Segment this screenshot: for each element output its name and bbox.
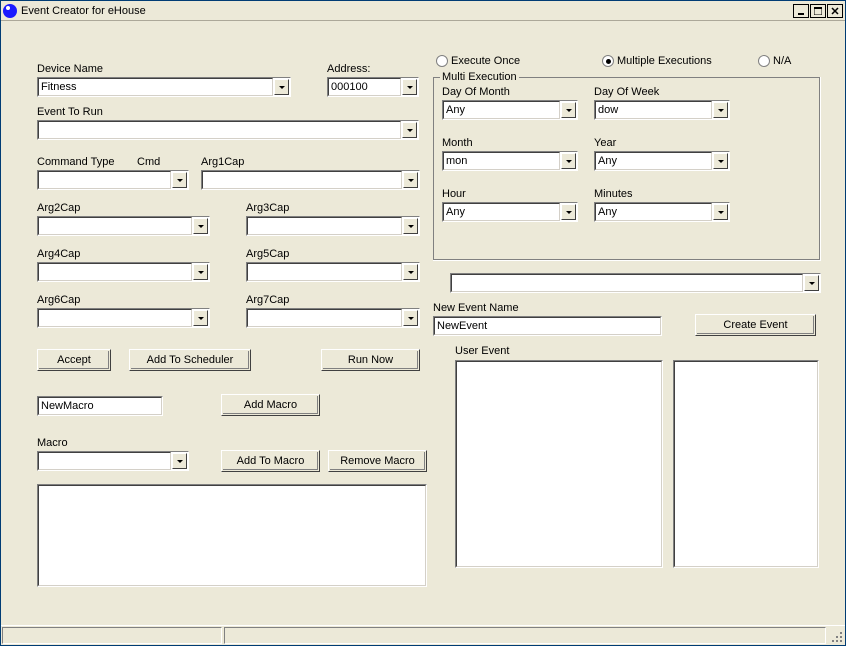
- status-panel-2: [224, 627, 826, 644]
- chevron-down-icon[interactable]: [561, 153, 576, 169]
- address-label: Address:: [327, 63, 370, 75]
- event-select-dropdown[interactable]: [450, 273, 821, 293]
- na-radio[interactable]: N/A: [758, 55, 791, 67]
- arg4-dropdown[interactable]: [37, 262, 210, 282]
- day-of-week-dropdown[interactable]: dow: [594, 100, 730, 120]
- arg6-label: Arg6Cap: [37, 294, 80, 306]
- chevron-down-icon[interactable]: [713, 153, 728, 169]
- address-value: 000100: [331, 81, 368, 93]
- arg3-dropdown[interactable]: [246, 216, 420, 236]
- macro-label: Macro: [37, 437, 68, 449]
- client-area: Device Name Fitness Address: 000100 Even…: [1, 21, 845, 625]
- arg2-dropdown[interactable]: [37, 216, 210, 236]
- chevron-down-icon[interactable]: [804, 275, 819, 291]
- multi-execution-title: Multi Execution: [440, 71, 519, 83]
- remove-macro-button[interactable]: Remove Macro: [328, 450, 427, 472]
- day-of-month-dropdown[interactable]: Any: [442, 100, 578, 120]
- window-controls: [793, 4, 843, 18]
- radio-icon: [758, 55, 770, 67]
- window-title: Event Creator for eHouse: [21, 5, 793, 17]
- user-event-list[interactable]: [455, 360, 663, 568]
- chevron-down-icon[interactable]: [713, 102, 728, 118]
- address-dropdown[interactable]: 000100: [327, 77, 419, 97]
- chevron-down-icon[interactable]: [193, 218, 208, 234]
- year-dropdown[interactable]: Any: [594, 151, 730, 171]
- chevron-down-icon[interactable]: [402, 79, 417, 95]
- hour-dropdown[interactable]: Any: [442, 202, 578, 222]
- add-to-scheduler-button[interactable]: Add To Scheduler: [129, 349, 251, 371]
- device-name-dropdown[interactable]: Fitness: [37, 77, 291, 97]
- chevron-down-icon[interactable]: [403, 264, 418, 280]
- arg7-label: Arg7Cap: [246, 294, 289, 306]
- arg7-dropdown[interactable]: [246, 308, 420, 328]
- arg1-dropdown[interactable]: [201, 170, 420, 190]
- month-label: Month: [442, 137, 473, 149]
- chevron-down-icon[interactable]: [193, 310, 208, 326]
- day-of-month-label: Day Of Month: [442, 86, 510, 98]
- minimize-button[interactable]: [793, 4, 809, 18]
- macro-list[interactable]: [37, 484, 427, 587]
- arg1-label: Arg1Cap: [201, 156, 244, 168]
- hour-label: Hour: [442, 188, 466, 200]
- resize-grip-icon[interactable]: [828, 627, 844, 644]
- chevron-down-icon[interactable]: [172, 172, 187, 188]
- add-macro-button[interactable]: Add Macro: [221, 394, 320, 416]
- day-of-week-label: Day Of Week: [594, 86, 659, 98]
- event-to-run-dropdown[interactable]: [37, 120, 419, 140]
- new-event-name-input[interactable]: NewEvent: [433, 316, 662, 336]
- cmd-label: Cmd: [137, 156, 160, 168]
- command-type-label: Command Type: [37, 156, 114, 168]
- chevron-down-icon[interactable]: [403, 218, 418, 234]
- macro-dropdown[interactable]: [37, 451, 189, 471]
- titlebar: Event Creator for eHouse: [1, 1, 845, 21]
- month-dropdown[interactable]: mon: [442, 151, 578, 171]
- secondary-list[interactable]: [673, 360, 819, 568]
- add-to-macro-button[interactable]: Add To Macro: [221, 450, 320, 472]
- minutes-label: Minutes: [594, 188, 633, 200]
- chevron-down-icon[interactable]: [403, 310, 418, 326]
- statusbar: [1, 625, 845, 645]
- run-now-button[interactable]: Run Now: [321, 349, 420, 371]
- device-name-value: Fitness: [41, 81, 76, 93]
- app-icon: [3, 4, 17, 18]
- arg6-dropdown[interactable]: [37, 308, 210, 328]
- arg4-label: Arg4Cap: [37, 248, 80, 260]
- chevron-down-icon[interactable]: [403, 172, 418, 188]
- accept-button[interactable]: Accept: [37, 349, 111, 371]
- arg5-dropdown[interactable]: [246, 262, 420, 282]
- device-name-label: Device Name: [37, 63, 103, 75]
- maximize-button[interactable]: [810, 4, 826, 18]
- chevron-down-icon[interactable]: [713, 204, 728, 220]
- radio-icon: [602, 55, 614, 67]
- chevron-down-icon[interactable]: [402, 122, 417, 138]
- year-label: Year: [594, 137, 616, 149]
- event-to-run-label: Event To Run: [37, 106, 103, 118]
- chevron-down-icon[interactable]: [193, 264, 208, 280]
- minutes-dropdown[interactable]: Any: [594, 202, 730, 222]
- chevron-down-icon[interactable]: [172, 453, 187, 469]
- status-panel-1: [2, 627, 222, 644]
- close-button[interactable]: [827, 4, 843, 18]
- radio-icon: [436, 55, 448, 67]
- app-window: Event Creator for eHouse Device Name Fit…: [0, 0, 846, 646]
- macro-name-input[interactable]: NewMacro: [37, 396, 163, 416]
- arg5-label: Arg5Cap: [246, 248, 289, 260]
- chevron-down-icon[interactable]: [561, 102, 576, 118]
- command-type-dropdown[interactable]: [37, 170, 189, 190]
- create-event-button[interactable]: Create Event: [695, 314, 816, 336]
- arg2-label: Arg2Cap: [37, 202, 80, 214]
- multiple-executions-radio[interactable]: Multiple Executions: [602, 55, 712, 67]
- new-event-name-label: New Event Name: [433, 302, 519, 314]
- execute-once-radio[interactable]: Execute Once: [436, 55, 520, 67]
- chevron-down-icon[interactable]: [561, 204, 576, 220]
- chevron-down-icon[interactable]: [274, 79, 289, 95]
- arg3-label: Arg3Cap: [246, 202, 289, 214]
- user-event-label: User Event: [455, 345, 509, 357]
